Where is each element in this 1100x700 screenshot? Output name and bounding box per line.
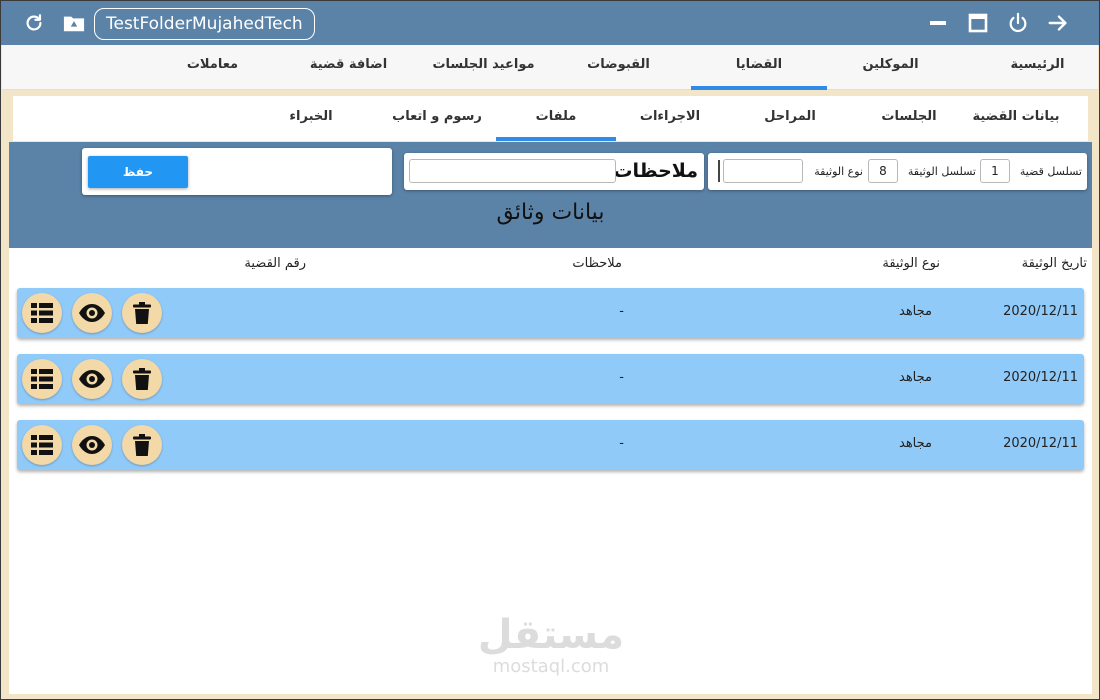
sub-nav: بيانات القضية الجلسات المراحل الاجراءات … [13, 96, 1088, 141]
column-header-type: نوع الوثيقة [882, 256, 940, 271]
notes-box: ملاحظات [404, 153, 704, 190]
watermark-latin: mostaql.com [492, 656, 610, 677]
text-cursor [718, 160, 720, 182]
column-header-notes: ملاحظات [572, 256, 622, 271]
arrow-right-icon[interactable] [1046, 11, 1070, 35]
doc-seq-input[interactable]: 8 [868, 159, 898, 183]
doc-type-input[interactable] [723, 159, 803, 183]
section-title: بيانات وثائق [496, 200, 605, 225]
folder-icon[interactable] [62, 11, 86, 35]
cell-date: 2020/12/11 [1003, 370, 1078, 385]
watermark: مستقل mostaql.com [471, 613, 631, 677]
document-form: تسلسل قضية 1 تسلسل الوثيقة 8 نوع الوثيقة… [9, 142, 1092, 248]
tab-stages[interactable]: المراحل [730, 96, 850, 141]
column-header-case-number: رقم القضية [244, 256, 306, 271]
cell-notes: - [619, 304, 624, 319]
list-icon[interactable] [22, 359, 62, 399]
power-icon[interactable] [1006, 11, 1030, 35]
tab-add-case[interactable]: اضافة قضية [288, 45, 409, 90]
app-window: TestFolderMujahedTech الرئيسية الموكلين … [0, 0, 1100, 700]
case-seq-input[interactable]: 1 [980, 159, 1010, 183]
tab-files[interactable]: ملفات [496, 96, 616, 141]
documents-table: تاريخ الوثيقة نوع الوثيقة ملاحظات رقم ال… [9, 248, 1092, 694]
trash-icon[interactable] [122, 425, 162, 465]
trash-icon[interactable] [122, 359, 162, 399]
cell-type: مجاهد [899, 436, 932, 451]
tab-fees[interactable]: رسوم و اتعاب [372, 96, 502, 141]
notes-label: ملاحظات [613, 160, 698, 182]
minimize-icon[interactable] [926, 11, 950, 35]
cell-date: 2020/12/11 [1003, 304, 1078, 319]
maximize-icon[interactable] [966, 11, 990, 35]
tab-sessions[interactable]: الجلسات [849, 96, 969, 141]
table-row[interactable]: 2020/12/11 مجاهد - [17, 354, 1084, 404]
column-header-date: تاريخ الوثيقة [1021, 256, 1087, 271]
cell-notes: - [619, 436, 624, 451]
cell-type: مجاهد [899, 304, 932, 319]
table-row[interactable]: 2020/12/11 مجاهد - [17, 420, 1084, 470]
cell-type: مجاهد [899, 370, 932, 385]
list-icon[interactable] [22, 425, 62, 465]
tab-clients[interactable]: الموكلين [830, 45, 951, 90]
tab-home[interactable]: الرئيسية [977, 45, 1098, 90]
eye-icon[interactable] [72, 359, 112, 399]
case-seq-label: تسلسل قضية [1019, 165, 1082, 178]
save-button[interactable]: حفظ [88, 156, 188, 188]
watermark-arabic: مستقل [477, 612, 625, 658]
list-icon[interactable] [22, 293, 62, 333]
refresh-icon[interactable] [22, 11, 46, 35]
tab-experts[interactable]: الخبراء [251, 96, 371, 141]
tab-procedures[interactable]: الاجراءات [610, 96, 730, 141]
tab-case-data[interactable]: بيانات القضية [956, 96, 1076, 141]
table-row[interactable]: 2020/12/11 مجاهد - [17, 288, 1084, 338]
doc-seq-label: تسلسل الوثيقة [907, 165, 976, 178]
main-nav: الرئيسية الموكلين القضايا القبوضات مواعي… [2, 45, 1098, 90]
notes-input[interactable] [409, 159, 616, 183]
trash-icon[interactable] [122, 293, 162, 333]
tab-receipts[interactable]: القبوضات [558, 45, 679, 90]
app-title: TestFolderMujahedTech [94, 8, 315, 40]
save-box: حفظ [82, 148, 392, 195]
eye-icon[interactable] [72, 293, 112, 333]
doc-type-label: نوع الوثيقة [814, 165, 863, 178]
tab-session-dates[interactable]: مواعيد الجلسات [421, 45, 546, 90]
eye-icon[interactable] [72, 425, 112, 465]
tab-cases[interactable]: القضايا [691, 45, 827, 90]
title-bar: TestFolderMujahedTech [1, 1, 1099, 45]
tab-transactions[interactable]: معاملات [152, 45, 273, 90]
cell-notes: - [619, 370, 624, 385]
cell-date: 2020/12/11 [1003, 436, 1078, 451]
document-fields-box: تسلسل قضية 1 تسلسل الوثيقة 8 نوع الوثيقة [708, 153, 1087, 190]
